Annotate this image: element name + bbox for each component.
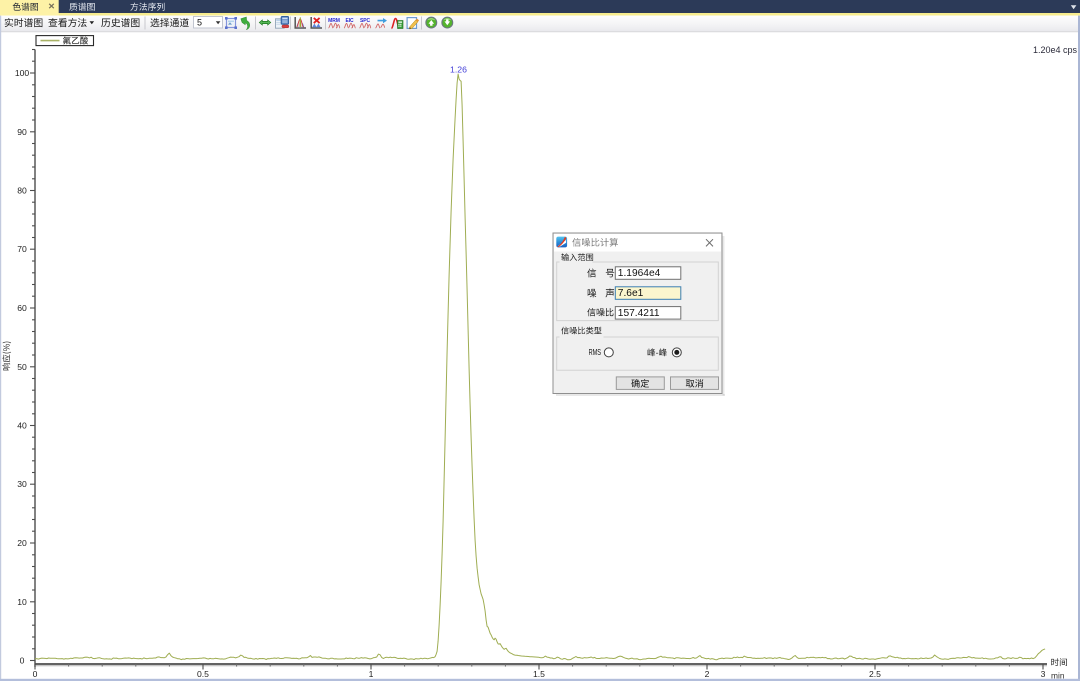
svg-text:40: 40: [17, 421, 27, 431]
svg-text:RMS: RMS: [589, 347, 602, 357]
svg-text:MRM: MRM: [328, 18, 340, 24]
svg-text:70: 70: [17, 244, 27, 254]
svg-text:157.4211: 157.4211: [618, 308, 660, 319]
svg-text:90: 90: [17, 127, 27, 137]
svg-text:50: 50: [17, 362, 27, 372]
svg-text:10: 10: [17, 597, 27, 607]
svg-text:0.5: 0.5: [197, 669, 209, 679]
svg-text:30: 30: [17, 479, 27, 489]
svg-text:2: 2: [705, 669, 710, 679]
svg-text:1: 1: [369, 669, 374, 679]
svg-text:80: 80: [17, 186, 27, 196]
svg-text:5: 5: [197, 17, 202, 27]
svg-text:3: 3: [1041, 669, 1046, 679]
svg-text:20: 20: [17, 538, 27, 548]
svg-text:7.6e1: 7.6e1: [618, 288, 644, 299]
svg-text:2.5: 2.5: [869, 669, 881, 679]
svg-text:0: 0: [33, 669, 38, 679]
svg-text:1.26: 1.26: [450, 64, 467, 74]
svg-text:min: min: [1051, 671, 1065, 681]
svg-text:1.20e4 cps: 1.20e4 cps: [1033, 45, 1078, 55]
svg-text:100: 100: [15, 68, 30, 78]
svg-text:60: 60: [17, 303, 27, 313]
svg-text:0: 0: [20, 656, 25, 666]
svg-text:1.1964e4: 1.1964e4: [618, 268, 661, 279]
svg-text:1.5: 1.5: [533, 669, 545, 679]
